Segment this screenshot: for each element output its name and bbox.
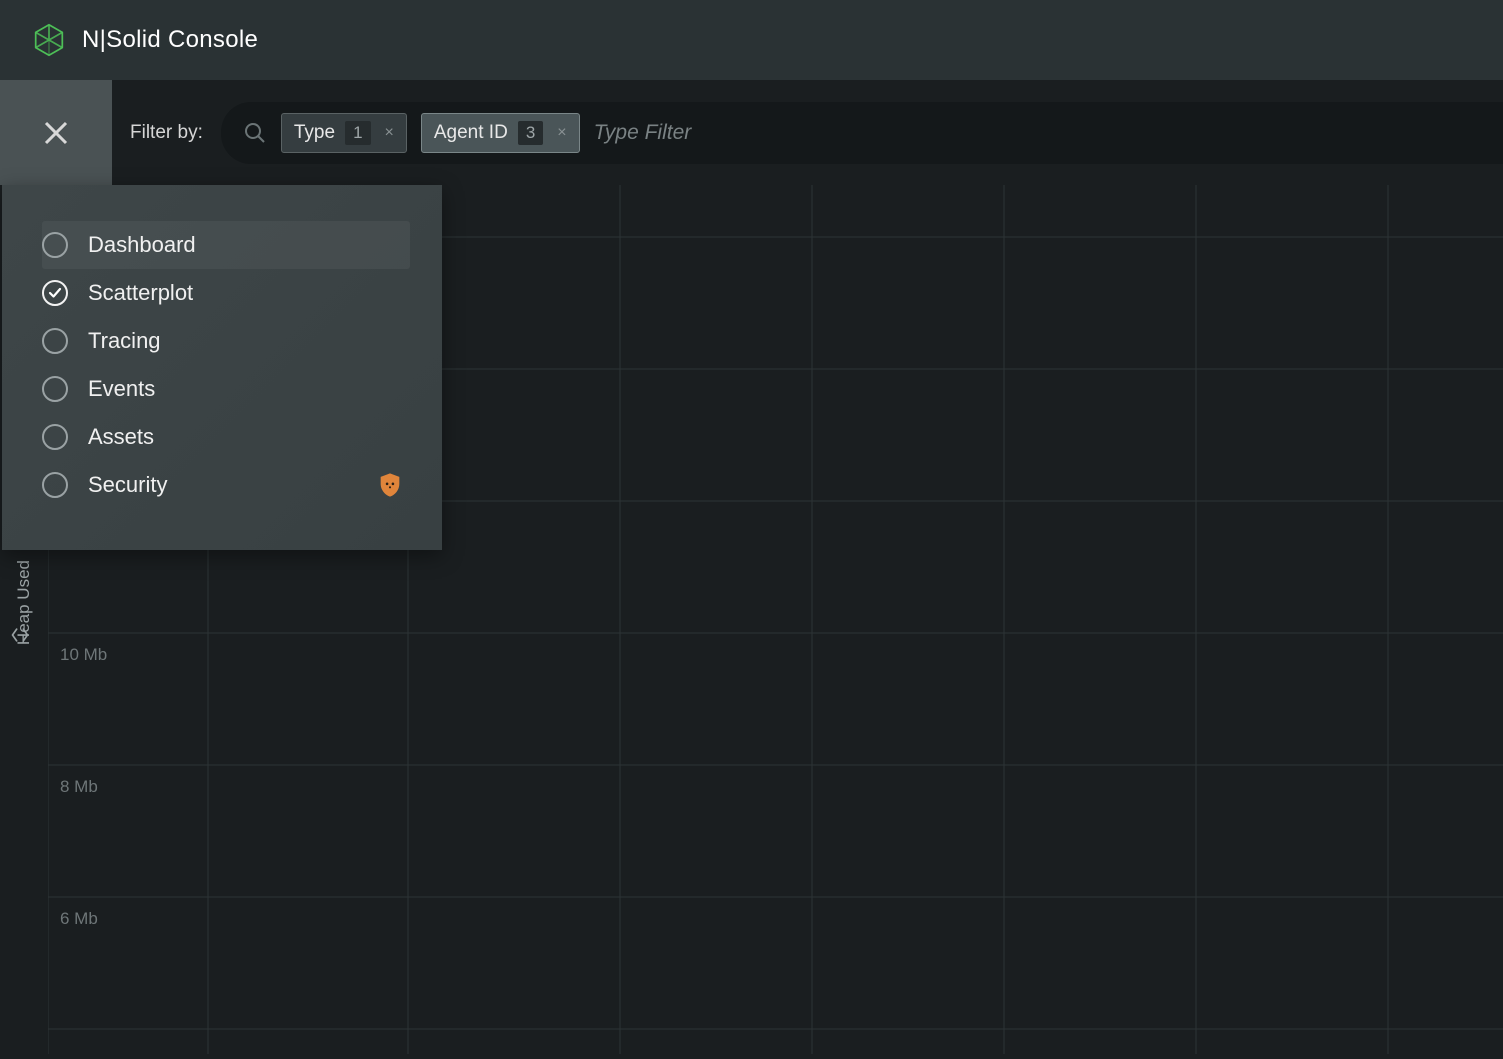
- filter-chip-type[interactable]: Type 1 ×: [281, 113, 407, 153]
- nav-label: Tracing: [88, 328, 161, 354]
- nav-label: Security: [88, 472, 167, 498]
- nav-label: Dashboard: [88, 232, 196, 258]
- chip-count: 3: [518, 121, 543, 145]
- nav-item-security[interactable]: Security: [42, 461, 410, 509]
- nav-label: Events: [88, 376, 155, 402]
- chip-remove-icon[interactable]: ×: [553, 124, 570, 142]
- nav-item-scatterplot[interactable]: Scatterplot: [42, 269, 410, 317]
- nav-item-events[interactable]: Events: [42, 365, 410, 413]
- app-logo-wrap[interactable]: N|Solid Console: [30, 21, 258, 59]
- search-icon: [243, 121, 267, 145]
- chip-remove-icon[interactable]: ×: [381, 124, 398, 142]
- nav-panel: Dashboard Scatterplot Tracing Events Ass…: [2, 185, 442, 550]
- chip-count: 1: [345, 121, 370, 145]
- radio-icon: [42, 328, 68, 354]
- filter-search-area: Type 1 × Agent ID 3 ×: [221, 102, 1503, 164]
- shield-icon: [376, 471, 404, 499]
- radio-checked-icon: [42, 280, 68, 306]
- nav-item-dashboard[interactable]: Dashboard: [42, 221, 410, 269]
- expand-axis-icon[interactable]: [10, 625, 30, 645]
- close-nav-button[interactable]: [0, 80, 112, 185]
- cube-logo-icon: [30, 21, 68, 59]
- nav-label: Assets: [88, 424, 154, 450]
- y-tick-label: 6 Mb: [60, 909, 98, 929]
- nav-label: Scatterplot: [88, 280, 193, 306]
- radio-icon: [42, 376, 68, 402]
- filter-by-label: Filter by:: [130, 122, 203, 144]
- close-icon: [41, 118, 71, 148]
- chip-label: Agent ID: [434, 122, 508, 144]
- radio-icon: [42, 232, 68, 258]
- radio-icon: [42, 472, 68, 498]
- y-tick-label: 8 Mb: [60, 777, 98, 797]
- filter-chip-agent-id[interactable]: Agent ID 3 ×: [421, 113, 580, 153]
- nav-item-assets[interactable]: Assets: [42, 413, 410, 461]
- filter-input[interactable]: [594, 102, 1503, 164]
- chip-label: Type: [294, 122, 335, 144]
- app-title: N|Solid Console: [82, 26, 258, 54]
- app-header: N|Solid Console: [0, 0, 1503, 80]
- filter-bar: Filter by: Type 1 × Agent ID 3 ×: [0, 80, 1503, 185]
- radio-icon: [42, 424, 68, 450]
- nav-item-tracing[interactable]: Tracing: [42, 317, 410, 365]
- y-tick-label: 10 Mb: [60, 645, 107, 665]
